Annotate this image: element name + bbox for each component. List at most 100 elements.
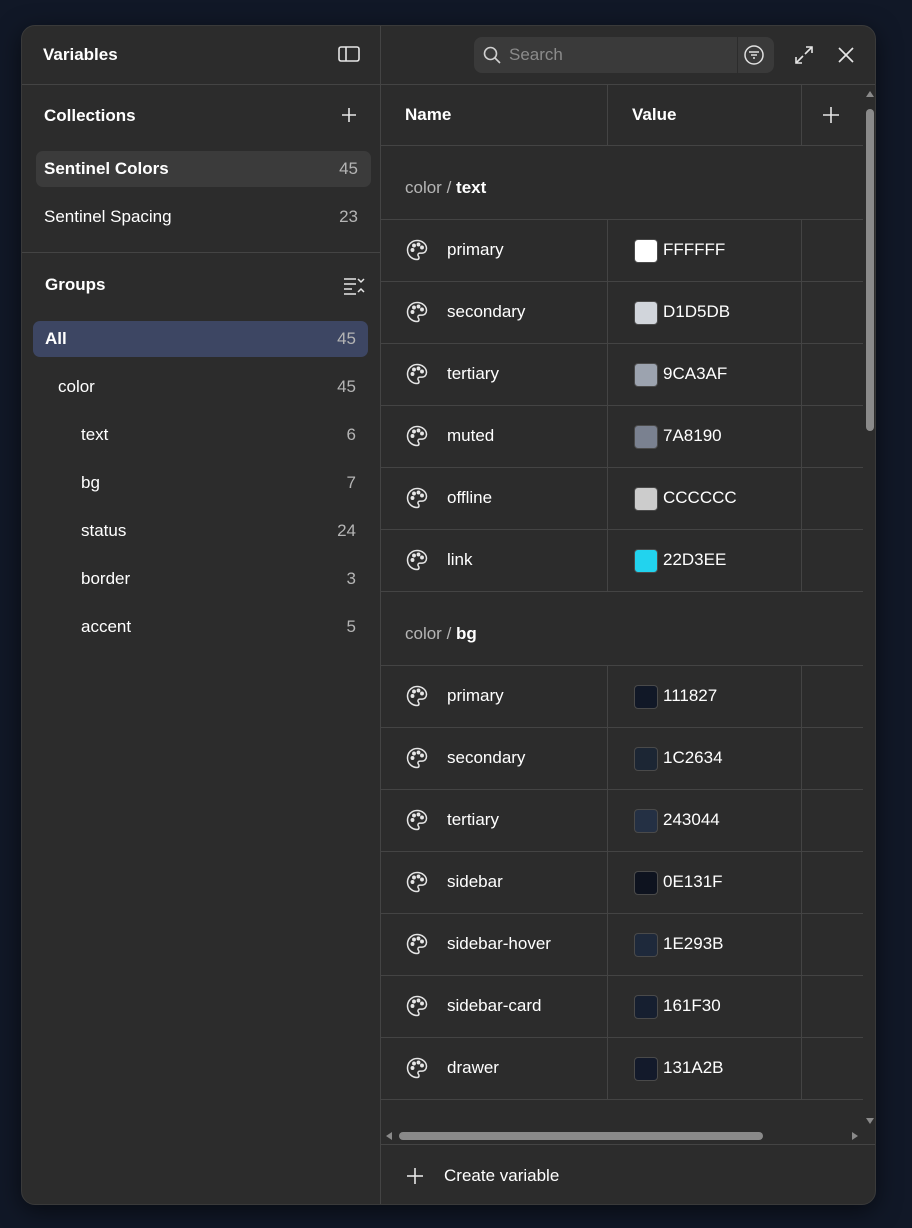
variables-table-area: Name Value color / text primary FFFFFF seco… (381, 26, 875, 1204)
variable-value[interactable]: 111827 (663, 686, 717, 706)
column-divider (801, 666, 802, 728)
color-swatch[interactable] (634, 933, 658, 957)
add-collection-icon[interactable] (340, 106, 358, 124)
vertical-scroll-thumb[interactable] (866, 109, 874, 431)
variable-value[interactable]: CCCCCC (663, 488, 737, 508)
variable-value[interactable]: FFFFFF (663, 240, 725, 260)
column-divider (801, 406, 802, 468)
variable-row[interactable]: sidebar 0E131F (381, 851, 863, 914)
search-icon (483, 46, 501, 64)
variables-panel: Variables Collections Sentinel Colors 45… (21, 25, 876, 1205)
variable-name[interactable]: sidebar-hover (447, 934, 551, 954)
column-divider (801, 344, 802, 406)
color-swatch[interactable] (634, 871, 658, 895)
variable-name[interactable]: tertiary (447, 810, 499, 830)
collection-item[interactable]: Sentinel Spacing 23 (36, 199, 371, 235)
collapse-groups-icon[interactable] (342, 275, 366, 295)
color-swatch[interactable] (634, 1057, 658, 1081)
color-swatch[interactable] (634, 809, 658, 833)
column-divider (801, 530, 802, 592)
variable-value[interactable]: 161F30 (663, 996, 721, 1016)
collection-item[interactable]: Sentinel Colors 45 (36, 151, 371, 187)
variable-row[interactable]: primary FFFFFF (381, 219, 863, 282)
table-body: color / text primary FFFFFF secondary D1D5DB… (381, 146, 863, 1104)
variable-row[interactable]: muted 7A8190 (381, 405, 863, 468)
group-count: 3 (346, 569, 356, 588)
color-swatch[interactable] (634, 995, 658, 1019)
variable-name[interactable]: secondary (447, 748, 525, 768)
variable-row[interactable]: secondary D1D5DB (381, 281, 863, 344)
search-divider (737, 37, 738, 73)
column-divider (801, 468, 802, 530)
add-column-icon[interactable] (822, 106, 840, 124)
group-item-all[interactable]: All 45 (33, 321, 368, 357)
group-item-border[interactable]: border 3 (33, 561, 368, 597)
group-header: color / bg (381, 592, 863, 665)
variable-name[interactable]: drawer (447, 1058, 499, 1078)
variable-value[interactable]: D1D5DB (663, 302, 730, 322)
variable-value[interactable]: 7A8190 (663, 426, 722, 446)
collection-label: Sentinel Spacing (44, 207, 172, 226)
expand-icon[interactable] (794, 45, 814, 65)
variable-row[interactable]: sidebar-card 161F30 (381, 975, 863, 1038)
variable-row[interactable]: offline CCCCCC (381, 467, 863, 530)
group-item-text[interactable]: text 6 (33, 417, 368, 453)
variable-row[interactable]: tertiary 9CA3AF (381, 343, 863, 406)
variable-value[interactable]: 22D3EE (663, 550, 726, 570)
variable-name[interactable]: link (447, 550, 473, 570)
variable-name[interactable]: sidebar (447, 872, 503, 892)
variable-name[interactable]: primary (447, 686, 504, 706)
column-divider (801, 1038, 802, 1100)
variable-row[interactable]: secondary 1C2634 (381, 727, 863, 790)
variable-name[interactable]: secondary (447, 302, 525, 322)
color-swatch[interactable] (634, 549, 658, 573)
color-swatch[interactable] (634, 685, 658, 709)
scroll-up-icon[interactable] (866, 91, 874, 97)
column-header-name[interactable]: Name (405, 105, 451, 125)
group-item-bg[interactable]: bg 7 (33, 465, 368, 501)
scroll-right-icon[interactable] (852, 1132, 858, 1140)
group-item-color[interactable]: color 45 (33, 369, 368, 405)
variable-name[interactable]: sidebar-card (447, 996, 542, 1016)
horizontal-scroll-thumb[interactable] (399, 1132, 763, 1140)
variable-row[interactable]: tertiary 243044 (381, 789, 863, 852)
scroll-left-icon[interactable] (386, 1132, 392, 1140)
column-divider (607, 852, 608, 914)
create-variable-button[interactable]: Create variable (381, 1144, 875, 1204)
variable-name[interactable]: offline (447, 488, 492, 508)
color-swatch[interactable] (634, 747, 658, 771)
color-swatch[interactable] (634, 239, 658, 263)
toggle-sidebar-icon[interactable] (338, 45, 360, 63)
column-divider (607, 530, 608, 592)
vertical-scrollbar[interactable] (863, 85, 875, 1124)
color-swatch[interactable] (634, 363, 658, 387)
filter-icon[interactable] (744, 45, 764, 65)
variable-row[interactable]: primary 111827 (381, 665, 863, 728)
close-icon[interactable] (838, 47, 854, 63)
variable-value[interactable]: 1E293B (663, 934, 724, 954)
variable-row[interactable]: drawer 131A2B (381, 1037, 863, 1100)
scroll-down-icon[interactable] (866, 1118, 874, 1124)
column-header-value[interactable]: Value (632, 105, 676, 125)
variable-value[interactable]: 9CA3AF (663, 364, 727, 384)
variable-name[interactable]: muted (447, 426, 494, 446)
color-swatch[interactable] (634, 301, 658, 325)
group-path: color / bg (405, 624, 477, 644)
color-swatch[interactable] (634, 487, 658, 511)
variable-name[interactable]: tertiary (447, 364, 499, 384)
column-divider (607, 790, 608, 852)
groups-title: Groups (45, 275, 106, 294)
color-swatch[interactable] (634, 425, 658, 449)
variable-row[interactable]: sidebar-hover 1E293B (381, 913, 863, 976)
variable-name[interactable]: primary (447, 240, 504, 260)
group-item-accent[interactable]: accent 5 (33, 609, 368, 645)
variable-value[interactable]: 0E131F (663, 872, 723, 892)
column-divider (607, 282, 608, 344)
variable-value[interactable]: 1C2634 (663, 748, 723, 768)
variable-value[interactable]: 243044 (663, 810, 720, 830)
variable-row[interactable]: link 22D3EE (381, 529, 863, 592)
search-input[interactable] (509, 43, 729, 67)
variable-value[interactable]: 131A2B (663, 1058, 724, 1078)
horizontal-scrollbar[interactable] (381, 1104, 863, 1144)
group-item-status[interactable]: status 24 (33, 513, 368, 549)
